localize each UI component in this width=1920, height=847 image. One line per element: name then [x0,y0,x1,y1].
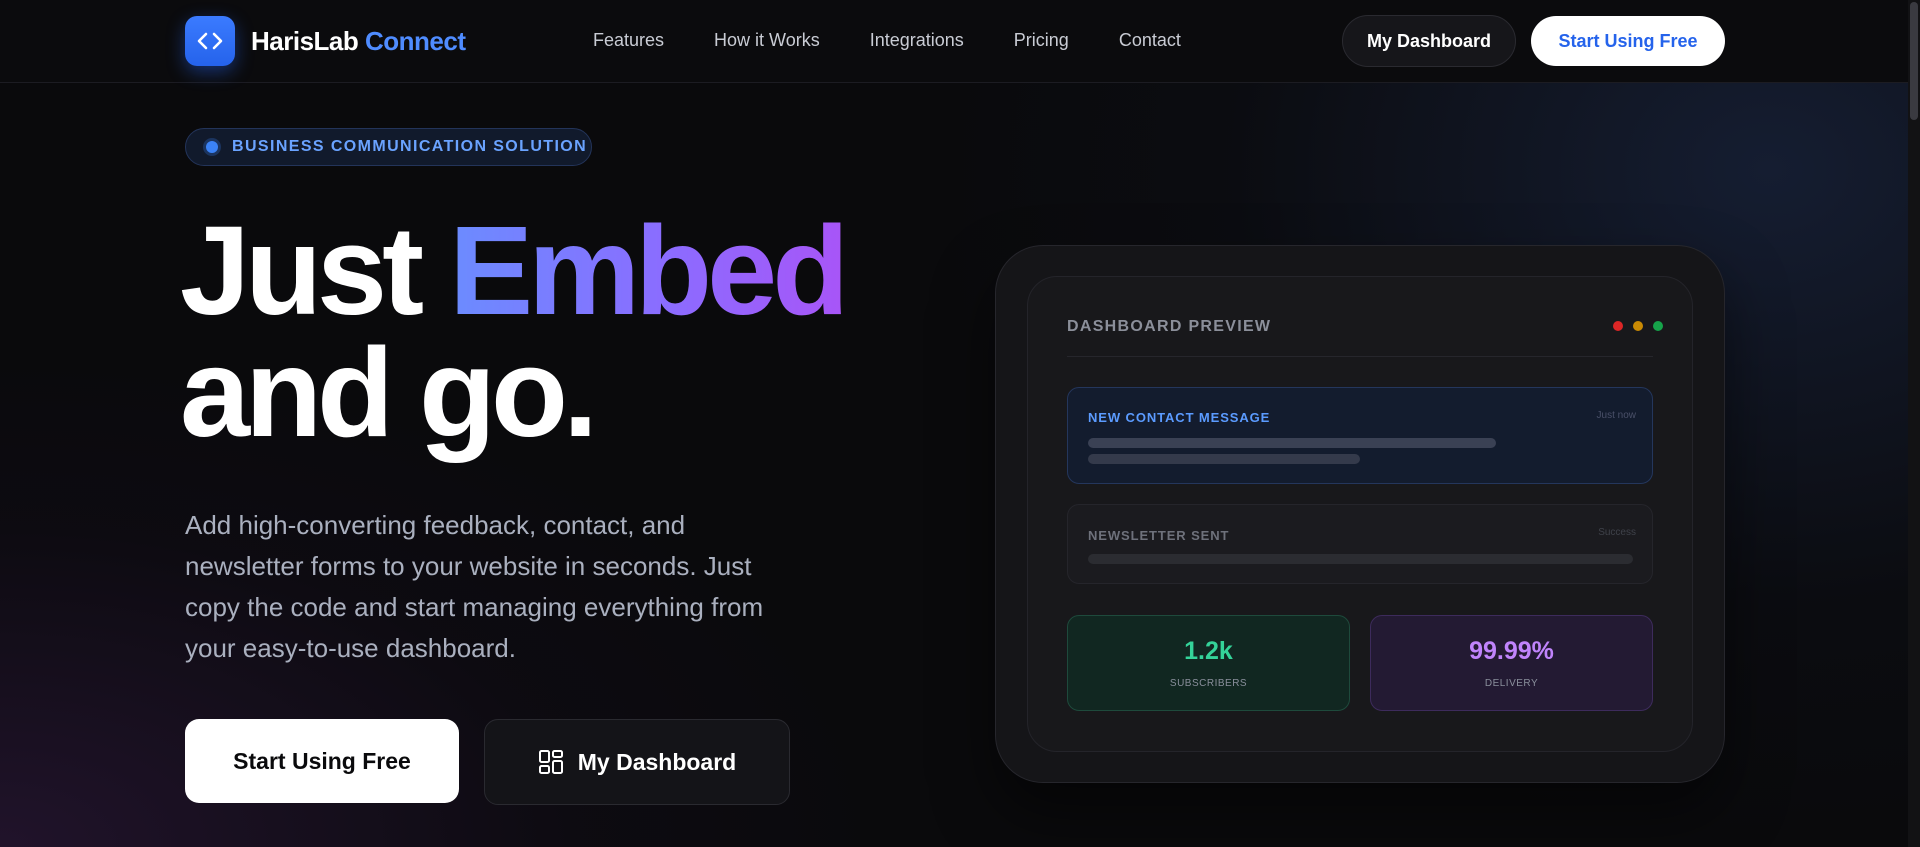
brand-name-accent: Connect [365,25,466,56]
subscribers-stat-card: 1.2k SUBSCRIBERS [1067,615,1350,711]
message-placeholder-line-2 [1088,454,1360,464]
headline-word-just: Just [180,200,424,341]
brand-logo[interactable]: HarisLab Connect [185,16,466,66]
subscribers-value: 1.2k [1184,637,1233,665]
dashboard-grid-icon [538,749,564,775]
hero-badge: BUSINESS COMMUNICATION SOLUTION [185,128,592,166]
brand-name-main: HarisLab [251,25,359,56]
top-navbar: HarisLab Connect Features How it Works I… [0,0,1908,83]
newsletter-card-label: NEWSLETTER SENT [1088,528,1230,543]
preview-divider [1067,356,1653,357]
hero-headline: Just Embed and go. [180,208,849,456]
newsletter-sent-card: NEWSLETTER SENT Success [1067,504,1653,584]
window-dot-yellow [1633,321,1643,331]
hero-dashboard-label: My Dashboard [577,748,737,775]
badge-dot-icon [206,141,218,153]
headline-word-embed: Embed [449,200,849,341]
newsletter-placeholder-line [1088,554,1633,564]
new-contact-message-card: NEW CONTACT MESSAGE Just now [1067,387,1653,484]
code-brackets-icon [185,16,235,66]
message-placeholder-line-1 [1088,438,1496,448]
delivery-label: DELIVERY [1484,678,1539,689]
nav-link-features[interactable]: Features [593,30,664,51]
delivery-value: 99.99% [1469,637,1554,665]
message-card-label: NEW CONTACT MESSAGE [1088,410,1271,425]
nav-link-how-it-works[interactable]: How it Works [714,30,820,51]
window-controls [1603,321,1663,331]
nav-link-integrations[interactable]: Integrations [870,30,964,51]
nav-dashboard-button[interactable]: My Dashboard [1342,15,1516,67]
nav-link-pricing[interactable]: Pricing [1014,30,1069,51]
subscribers-label: SUBSCRIBERS [1169,678,1248,689]
window-dot-green [1653,321,1663,331]
nav-links: Features How it Works Integrations Prici… [593,30,1231,51]
message-card-time: Just now [1596,410,1636,421]
dashboard-preview-title: DASHBOARD PREVIEW [1067,318,1272,335]
headline-line2: and go. [180,322,598,463]
nav-start-free-button[interactable]: Start Using Free [1531,16,1725,66]
hero-start-free-button[interactable]: Start Using Free [185,719,459,803]
window-dot-red [1613,321,1623,331]
delivery-stat-card: 99.99% DELIVERY [1370,615,1653,711]
brand-name: HarisLab Connect [251,26,466,57]
scrollbar-thumb[interactable] [1910,2,1918,120]
nav-link-contact[interactable]: Contact [1119,30,1181,51]
newsletter-card-status: Success [1598,527,1636,538]
page-scrollbar[interactable] [1908,0,1920,847]
hero-dashboard-button[interactable]: My Dashboard [484,719,790,805]
badge-text: BUSINESS COMMUNICATION SOLUTION [232,138,588,155]
hero-description: Add high-converting feedback, contact, a… [185,510,764,663]
